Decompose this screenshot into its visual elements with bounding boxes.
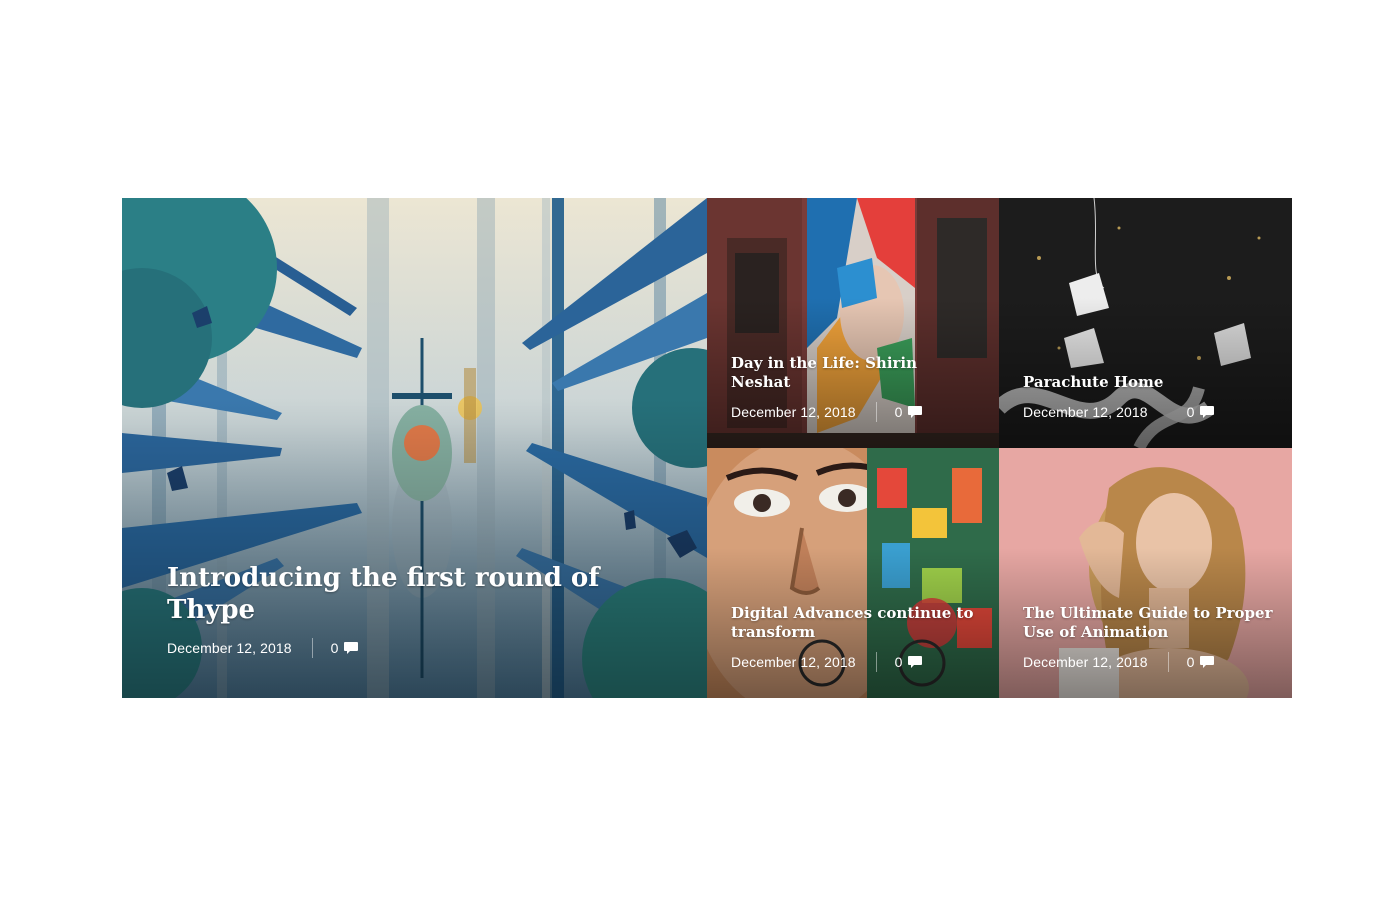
post-card-shirin-neshat[interactable]: Day in the Life: Shirin Neshat December …: [707, 198, 999, 448]
post-caption: Digital Advances continue to transform D…: [731, 604, 981, 672]
comment-bubble-icon: [908, 406, 923, 418]
featured-posts-grid: Introducing the first round of Thype Dec…: [122, 198, 1292, 698]
comment-count: 0: [1186, 404, 1195, 420]
comment-count: 0: [894, 404, 903, 420]
comment-bubble-icon: [1200, 406, 1215, 418]
post-title[interactable]: Introducing the first round of Thype: [167, 562, 689, 626]
meta-divider: [1168, 402, 1169, 422]
comment-count-link[interactable]: 0: [331, 640, 359, 656]
post-caption: Introducing the first round of Thype Dec…: [167, 562, 689, 658]
comment-count-link[interactable]: 0: [895, 654, 923, 670]
meta-divider: [1167, 652, 1169, 672]
post-title[interactable]: Digital Advances continue to transform: [731, 604, 981, 642]
post-caption: The Ultimate Guide to Proper Use of Anim…: [1023, 604, 1274, 672]
comment-count-link[interactable]: 0: [1187, 404, 1215, 420]
post-date: December 12, 2018: [167, 640, 292, 656]
post-caption: Day in the Life: Shirin Neshat December …: [731, 354, 981, 422]
comment-count-link[interactable]: 0: [895, 404, 923, 420]
post-caption: Parachute Home December 12, 2018 0: [1023, 373, 1274, 422]
post-meta: December 12, 2018 0: [731, 402, 981, 422]
post-meta: December 12, 2018 0: [1023, 402, 1274, 422]
post-card-ultimate-guide[interactable]: The Ultimate Guide to Proper Use of Anim…: [999, 448, 1292, 698]
comment-count: 0: [1186, 654, 1195, 670]
post-title[interactable]: Parachute Home: [1023, 373, 1274, 392]
comment-bubble-icon: [1200, 656, 1215, 668]
comment-bubble-icon: [908, 656, 923, 668]
comment-count: 0: [894, 654, 903, 670]
meta-divider: [875, 652, 877, 672]
post-card-parachute-home[interactable]: Parachute Home December 12, 2018 0: [999, 198, 1292, 448]
post-date: December 12, 2018: [1023, 654, 1148, 670]
comment-bubble-icon: [344, 642, 359, 654]
post-title[interactable]: The Ultimate Guide to Proper Use of Anim…: [1023, 604, 1274, 642]
post-meta: December 12, 2018 0: [1023, 652, 1274, 672]
post-meta: December 12, 2018 0: [167, 638, 689, 658]
post-date: December 12, 2018: [1023, 404, 1148, 420]
post-title[interactable]: Day in the Life: Shirin Neshat: [731, 354, 981, 392]
comment-count-link[interactable]: 0: [1187, 654, 1215, 670]
post-card-digital-advances[interactable]: Digital Advances continue to transform D…: [707, 448, 999, 698]
post-card-thype[interactable]: Introducing the first round of Thype Dec…: [122, 198, 707, 698]
meta-divider: [311, 638, 313, 658]
meta-divider: [875, 402, 877, 422]
comment-count: 0: [330, 640, 339, 656]
post-date: December 12, 2018: [731, 404, 856, 420]
post-meta: December 12, 2018 0: [731, 652, 981, 672]
post-date: December 12, 2018: [731, 654, 856, 670]
